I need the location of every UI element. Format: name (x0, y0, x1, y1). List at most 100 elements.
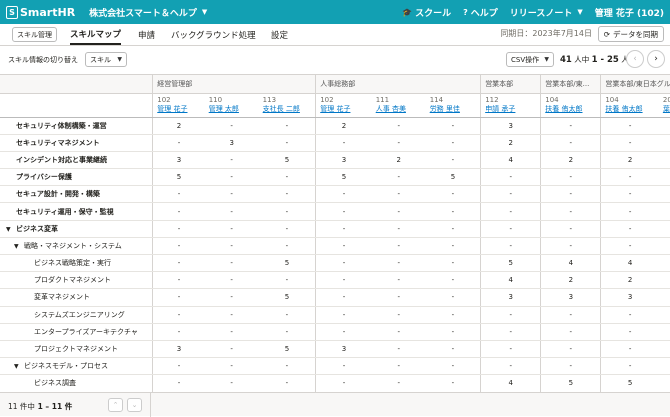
collapse-caret-icon[interactable]: ▼ (14, 363, 24, 370)
skill-level-cell: - (600, 357, 659, 376)
skill-level-cell: 5 (315, 168, 372, 187)
employee-name-link[interactable]: 支社長 二郎 (263, 105, 316, 114)
collapse-caret-icon[interactable]: ▼ (6, 226, 16, 233)
skill-level-cell: - (540, 237, 601, 256)
skill-level-cell: - (371, 237, 426, 256)
skill-name: システムズエンジニアリング (0, 306, 154, 324)
skill-level-cell: - (204, 117, 259, 135)
skill-level-cell: - (315, 220, 372, 238)
next-page-button[interactable]: › (647, 50, 665, 68)
employee-name-link[interactable]: 扶養 侑太郎 (545, 105, 600, 114)
skill-level-cell: - (480, 185, 541, 204)
tab-skill-map[interactable]: スキルマップ (70, 24, 122, 45)
skill-level-cell: - (204, 185, 259, 204)
employee-name-link[interactable]: 葉月 美 (663, 105, 670, 114)
skill-level-cell: - (425, 323, 481, 341)
employee-name-link[interactable]: 労務 里佳 (430, 105, 481, 114)
skill-count: 11 件中 1 – 11 件 (8, 401, 72, 412)
skill-label: プロダクトマネジメント (34, 276, 111, 285)
employee-name-link[interactable]: 管理 太郎 (209, 105, 259, 114)
skill-level-cell: - (152, 202, 205, 221)
skill-name: 変革マネジメント (0, 288, 154, 307)
department-header: 経営管理部 (152, 75, 316, 94)
skill-row: システムズエンジニアリング---------- (0, 306, 670, 324)
tab-application[interactable]: 申請 (138, 24, 155, 45)
user-menu[interactable]: 管理 花子 (102) (595, 6, 664, 19)
skill-switch-select[interactable]: スキル ▼ (85, 52, 127, 67)
company-switcher[interactable]: 株式会社スマート＆ヘルプ ▼ (89, 6, 207, 19)
skill-level-cell: - (204, 237, 259, 256)
department-header: 営業本部/東... (540, 75, 601, 94)
skill-name: セキュリティ体制構築・運営 (0, 117, 154, 135)
skill-label: エンタープライズアーキテクチャ (34, 327, 138, 336)
skill-level-cell: - (258, 117, 316, 135)
sync-data-button[interactable]: ⟳ データを同期 (597, 26, 664, 42)
skill-row: 変革マネジメント--5---333- (0, 288, 670, 307)
skill-level-cell: - (258, 168, 316, 187)
skill-level-cell: - (658, 168, 670, 187)
employee-code: 113 (262, 96, 277, 104)
skill-name: プロダクトマネジメント (0, 271, 154, 290)
employee-name-link[interactable]: 申請 承子 (485, 105, 540, 114)
employee-header: 104 扶養 侑太郎 (540, 93, 601, 118)
employee-name-link[interactable]: 人事 杏美 (376, 105, 426, 114)
employee-name-link[interactable]: 扶養 侑太郎 (605, 105, 659, 114)
employee-code: 102 (320, 96, 334, 104)
collapse-caret-icon[interactable]: ▼ (14, 243, 24, 250)
skill-table: 経営管理部人事総務部営業本部営業本部/東...営業本部/東日本グループ 102管… (0, 75, 670, 392)
skill-level-cell: 3 (480, 288, 541, 307)
pager-summary: 41 人中 1 - 25 人 (560, 54, 629, 65)
tab-background-processing[interactable]: バックグラウンド処理 (171, 24, 256, 45)
tab-settings[interactable]: 設定 (271, 24, 288, 45)
skill-level-cell: 3 (315, 151, 372, 170)
skill-label: システムズエンジニアリング (34, 310, 125, 319)
skill-level-cell: - (600, 117, 659, 135)
skill-name[interactable]: ▼ ビジネスモデル・プロセス (0, 357, 154, 376)
skill-admin-button[interactable]: スキル管理 (12, 27, 57, 42)
chevron-down-icon: ▼ (544, 56, 549, 63)
skill-switch-value: スキル (90, 55, 111, 64)
skill-map-grid[interactable]: 経営管理部人事総務部営業本部営業本部/東...営業本部/東日本グループ 102管… (0, 74, 670, 392)
grid-footer: 11 件中 1 – 11 件 ⌃ ⌄ (0, 392, 670, 417)
skill-level-cell: 4 (480, 151, 541, 170)
skill-label: ビジネス調査 (34, 379, 76, 388)
release-notes-menu[interactable]: リリースノート ▼ (510, 6, 583, 19)
skill-count-total: 11 件中 (8, 402, 35, 411)
skill-level-cell: - (600, 340, 659, 359)
skill-row: エンタープライズアーキテクチャ---------- (0, 323, 670, 341)
corner-cell (0, 75, 154, 94)
prev-page-button[interactable]: ‹ (626, 50, 644, 68)
help-link[interactable]: ? ヘルプ (463, 6, 498, 19)
help-label: ヘルプ (470, 8, 498, 19)
skill-level-cell: - (658, 271, 670, 290)
skill-level-cell: - (152, 237, 205, 256)
skill-level-cell: 3 (600, 288, 659, 307)
skill-name[interactable]: ▼ ビジネス変革 (0, 220, 154, 238)
skill-level-cell: - (600, 202, 659, 221)
school-link[interactable]: 🎓 スクール (402, 6, 451, 19)
employee-name-link[interactable]: 管理 花子 (320, 105, 372, 114)
skill-label: セキュリティマネジメント (16, 138, 100, 147)
skill-row: セキュリティ体制構築・運営2--2--3--- (0, 117, 670, 135)
skill-level-cell: 5 (258, 288, 316, 307)
skill-level-cell: - (600, 237, 659, 256)
skill-level-cell: - (425, 202, 481, 221)
skill-level-cell: - (480, 202, 541, 221)
skill-level-cell: - (152, 185, 205, 204)
skill-level-cell: 2 (480, 134, 541, 152)
skill-level-cell: - (600, 134, 659, 152)
employee-name-link[interactable]: 管理 花子 (157, 105, 204, 114)
skills-next-button[interactable]: ⌄ (127, 398, 142, 412)
skill-level-cell: 2 (600, 271, 659, 290)
skill-level-cell: - (658, 340, 670, 359)
csv-menu-button[interactable]: CSV操作 ▼ (506, 52, 554, 67)
skill-level-cell: - (258, 374, 316, 392)
skill-name: セキュリティ運用・保守・監視 (0, 202, 154, 221)
skill-level-cell: 3 (152, 151, 205, 170)
skill-level-cell: - (425, 151, 481, 170)
skill-name[interactable]: ▼ 戦略・マネジメント・システム (0, 237, 154, 256)
smarthr-logo[interactable]: S SmartHR (6, 5, 75, 19)
skill-label: 戦略・マネジメント・システム (24, 241, 122, 250)
pager-total: 41 (560, 55, 572, 65)
skills-prev-button[interactable]: ⌃ (108, 398, 123, 412)
